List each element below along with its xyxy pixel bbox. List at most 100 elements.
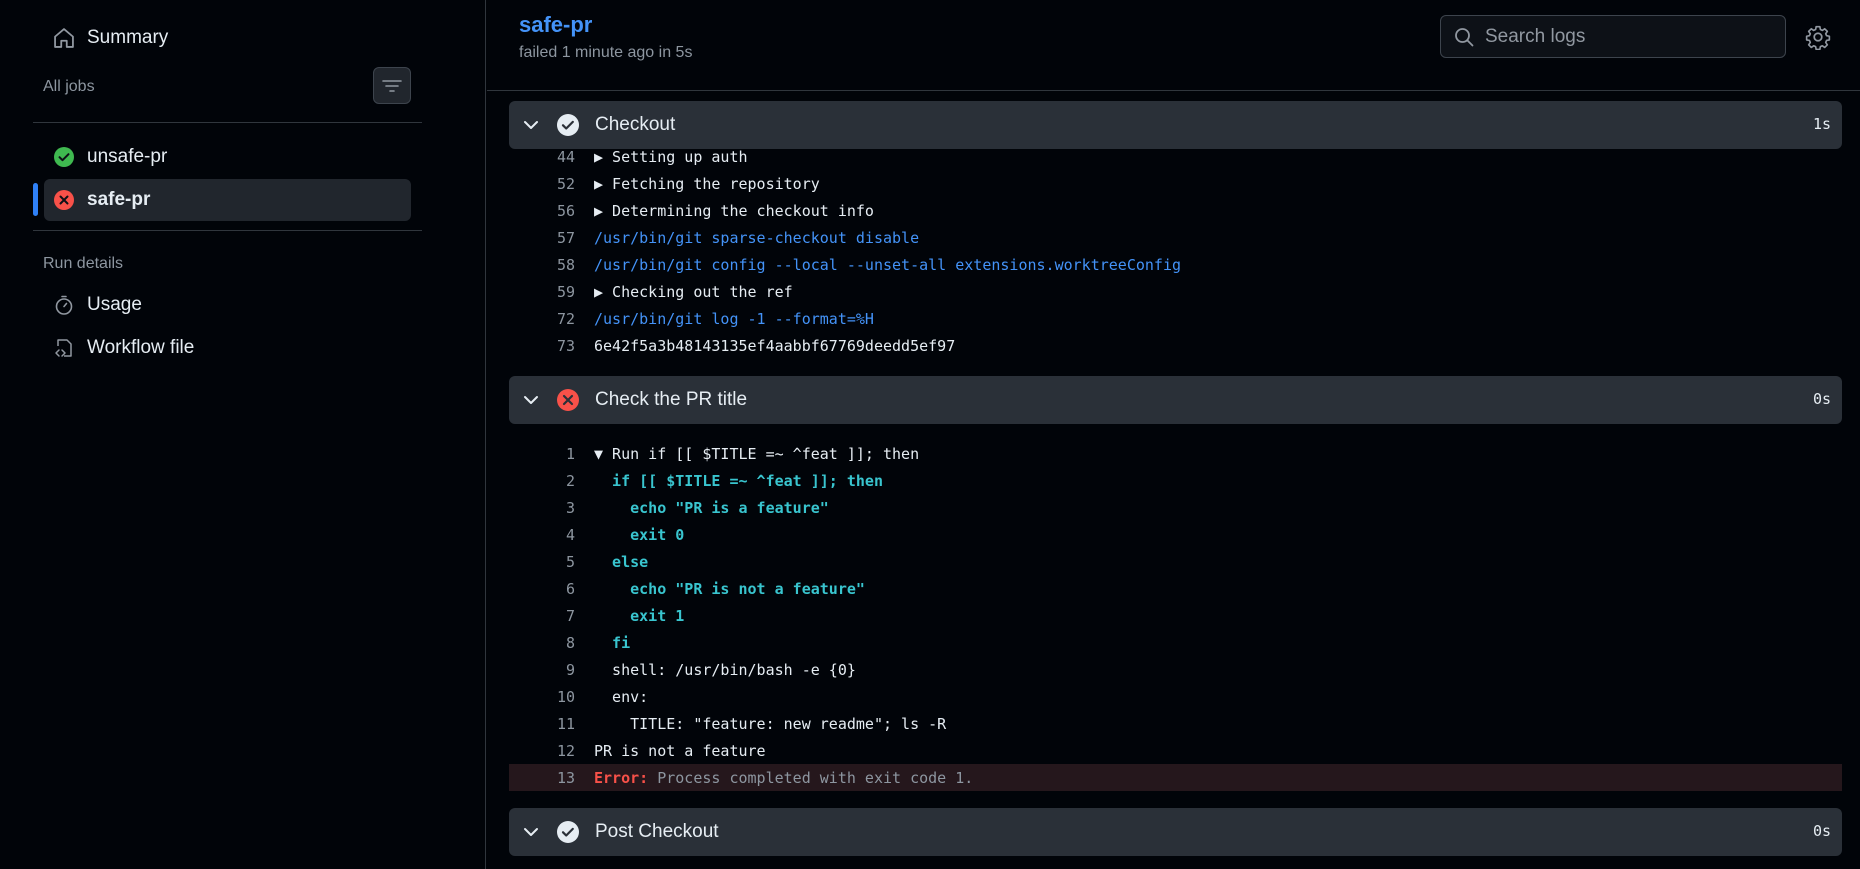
step-checkout[interactable]: Checkout 1s [509, 101, 1842, 149]
job-name: safe-pr [87, 189, 151, 210]
step-duration: 1s [1812, 115, 1831, 133]
line-number[interactable]: 8 [509, 634, 575, 652]
line-number[interactable]: 5 [509, 553, 575, 571]
step-log-checkout: 44 ▶ Setting up auth 52 ▶ Fetching the repo… [509, 143, 1842, 359]
sidebar-job-safe-pr[interactable]: safe-pr [44, 179, 411, 221]
log-line: 72/usr/bin/git log -1 --format=%H [509, 305, 1842, 332]
log-text: PR is not a feature [594, 741, 766, 760]
line-number[interactable]: 1 [509, 445, 575, 463]
log-line: 8 fi [509, 629, 1842, 656]
log-text: echo "PR is a feature" [594, 498, 829, 517]
step-name: Checkout [595, 114, 676, 135]
search-input[interactable] [1485, 25, 1765, 48]
gear-icon[interactable] [1805, 24, 1831, 50]
search-icon [1453, 26, 1475, 48]
divider [33, 122, 422, 123]
error-message: Process completed with exit code 1. [657, 768, 974, 787]
search-logs[interactable] [1440, 15, 1786, 58]
log-line: 6 echo "PR is not a feature" [509, 575, 1842, 602]
log-text: /usr/bin/git log -1 --format=%H [594, 309, 874, 328]
log-line: 9 shell: /usr/bin/bash -e {0} [509, 656, 1842, 683]
log-text: ▶ Determining the checkout info [594, 201, 874, 220]
line-number[interactable]: 56 [509, 202, 575, 220]
log-text: ▼ Run if [[ $TITLE =~ ^feat ]]; then [594, 444, 920, 463]
line-number[interactable]: 72 [509, 310, 575, 328]
line-number[interactable]: 52 [509, 175, 575, 193]
line-number[interactable]: 6 [509, 580, 575, 598]
log-text: TITLE: "feature: new readme"; ls -R [594, 714, 947, 733]
log-line[interactable]: 59 ▶ Checking out the ref [509, 278, 1842, 305]
log-line: 12 PR is not a feature [509, 737, 1842, 764]
log-line: 58/usr/bin/git config --local --unset-al… [509, 251, 1842, 278]
job-name: unsafe-pr [87, 146, 168, 167]
sidebar-job-unsafe-pr[interactable]: unsafe-pr [44, 136, 411, 178]
step-check-pr-title[interactable]: Check the PR title 0s [509, 376, 1842, 424]
sidebar-item-workflow-file[interactable]: Workflow file [44, 327, 411, 369]
log-text: ▶ Checking out the ref [594, 282, 793, 301]
log-text: if [[ $TITLE =~ ^feat ]]; then [594, 471, 883, 490]
log-line[interactable]: 44 ▶ Setting up auth [509, 143, 1842, 170]
log-line: 73 6e42f5a3b48143135ef4aabbf67769deedd5ef… [509, 332, 1842, 359]
line-number[interactable]: 44 [509, 148, 575, 166]
log-text: shell: /usr/bin/bash -e {0} [594, 660, 856, 679]
log-text: exit 0 [594, 525, 685, 544]
check-circle-icon [52, 145, 76, 169]
line-number[interactable]: 13 [509, 769, 575, 787]
line-number[interactable]: 59 [509, 283, 575, 301]
line-number[interactable]: 58 [509, 256, 575, 274]
filter-jobs-button[interactable] [373, 67, 411, 104]
log-line[interactable]: 1 ▼ Run if [[ $TITLE =~ ^feat ]]; then [509, 440, 1842, 467]
log-text: fi [594, 633, 631, 652]
line-number[interactable]: 57 [509, 229, 575, 247]
log-text: ▶ Setting up auth [594, 147, 748, 166]
log-line: 5 else [509, 548, 1842, 575]
job-header: safe-pr failed 1 minute ago in 5s [487, 0, 1860, 91]
jobs-sidebar: Summary All jobs unsafe-pr safe-pr Run d… [0, 0, 486, 869]
log-line: 11 TITLE: "feature: new readme"; ls -R [509, 710, 1842, 737]
log-line[interactable]: 56 ▶ Determining the checkout info [509, 197, 1842, 224]
sidebar-item-summary[interactable]: Summary [44, 17, 411, 59]
log-text: 6e42f5a3b48143135ef4aabbf67769deedd5ef97 [594, 336, 956, 355]
job-status-text: failed 1 minute ago in 5s [519, 44, 693, 61]
error-label: Error: [594, 768, 649, 787]
line-number[interactable]: 4 [509, 526, 575, 544]
step-duration: 0s [1812, 822, 1831, 840]
step-duration: 0s [1812, 390, 1831, 408]
file-code-icon [52, 336, 76, 360]
active-indicator [33, 183, 38, 216]
home-icon [52, 26, 76, 50]
step-post-checkout[interactable]: Post Checkout 0s [509, 808, 1842, 856]
log-text: env: [594, 687, 649, 706]
step-name: Post Checkout [595, 821, 719, 842]
sidebar-item-label: Usage [87, 294, 142, 315]
log-text: else [594, 552, 649, 571]
log-text: /usr/bin/git sparse-checkout disable [594, 228, 920, 247]
line-number[interactable]: 73 [509, 337, 575, 355]
line-number[interactable]: 12 [509, 742, 575, 760]
log-line: 2 if [[ $TITLE =~ ^feat ]]; then [509, 467, 1842, 494]
x-circle-icon [52, 188, 76, 212]
line-number[interactable]: 9 [509, 661, 575, 679]
x-circle-icon [556, 388, 580, 412]
filter-icon [382, 79, 402, 92]
log-line: 57/usr/bin/git sparse-checkout disable [509, 224, 1842, 251]
line-number[interactable]: 11 [509, 715, 575, 733]
check-circle-icon [556, 113, 580, 137]
line-number[interactable]: 7 [509, 607, 575, 625]
sidebar-item-label: Summary [87, 27, 169, 48]
chevron-down-icon[interactable] [521, 115, 541, 135]
log-line: 10 env: [509, 683, 1842, 710]
log-line[interactable]: 52 ▶ Fetching the repository [509, 170, 1842, 197]
all-jobs-label: All jobs [43, 78, 95, 95]
line-number[interactable]: 3 [509, 499, 575, 517]
sidebar-item-usage[interactable]: Usage [44, 284, 411, 326]
log-text: Error: Process completed with exit code … [594, 769, 973, 787]
chevron-down-icon[interactable] [521, 822, 541, 842]
log-text: echo "PR is not a feature" [594, 579, 865, 598]
step-name: Check the PR title [595, 389, 748, 410]
error-log-line: 13 Error: Process completed with exit cod… [509, 764, 1842, 791]
line-number[interactable]: 10 [509, 688, 575, 706]
line-number[interactable]: 2 [509, 472, 575, 490]
chevron-down-icon[interactable] [521, 390, 541, 410]
page-title[interactable]: safe-pr [519, 12, 592, 38]
